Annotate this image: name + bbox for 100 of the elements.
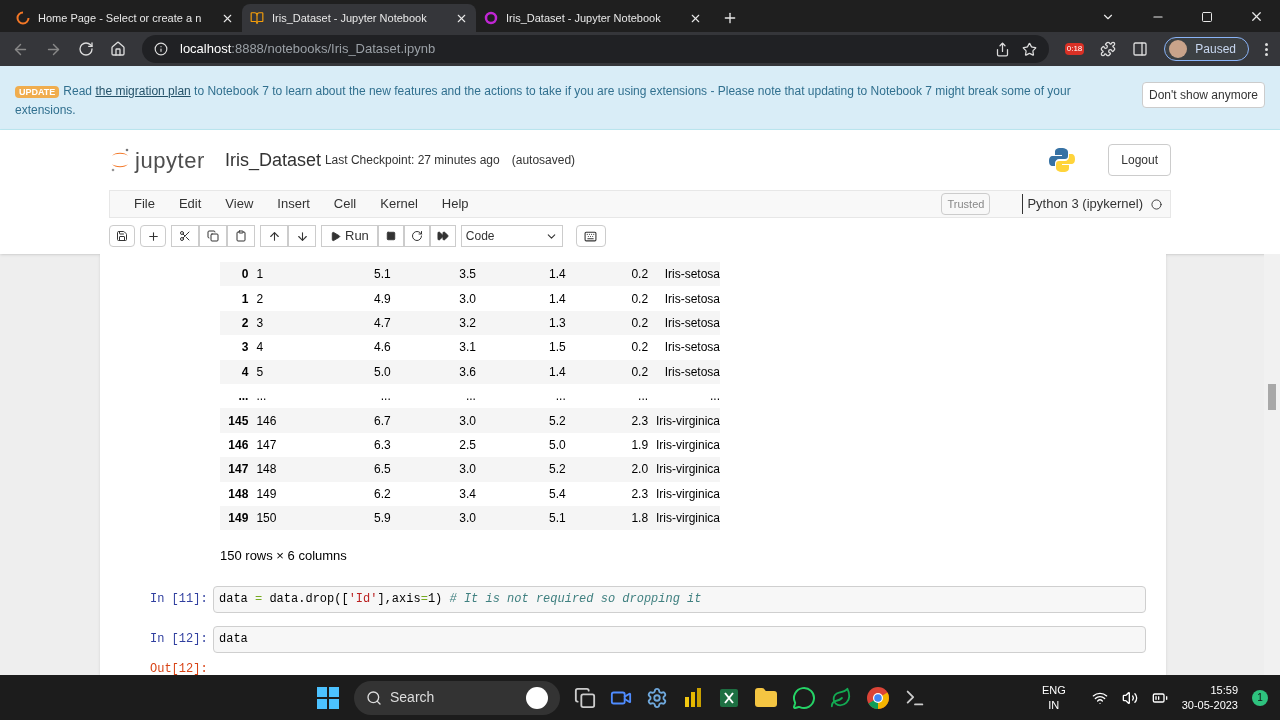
menu-item[interactable]: Insert (265, 194, 322, 214)
row-index: 0 (240, 266, 249, 284)
table-cell-text: Iris-virginica (655, 461, 720, 479)
table-cell-text: 1.3 (548, 314, 566, 332)
close-icon[interactable] (1249, 9, 1264, 24)
save-button[interactable] (109, 225, 135, 247)
tab-title: Home Page - Select or create a n (38, 10, 203, 26)
cut-button[interactable] (171, 225, 199, 247)
folder-icon[interactable] (754, 685, 778, 710)
table-cell-text: 0.2 (630, 339, 649, 357)
browser-tab[interactable]: Home Page - Select or create a n (8, 4, 242, 32)
table-cell-text: 2.0 (630, 461, 649, 479)
menu-item[interactable]: Help (429, 194, 481, 214)
trusted-indicator[interactable]: Trusted (941, 192, 991, 216)
extensions-icon[interactable] (1100, 41, 1117, 57)
stop-button[interactable] (377, 225, 404, 247)
home-icon[interactable] (110, 41, 126, 57)
table-cell-text: ... (709, 388, 720, 406)
restart-button[interactable] (403, 225, 430, 247)
row-index: 145 (227, 412, 249, 430)
insert-cell-button[interactable] (140, 225, 166, 247)
move-down-button[interactable] (288, 225, 316, 247)
table-cell-text: 5.1 (373, 266, 391, 284)
chat-icon[interactable] (792, 685, 816, 710)
logout-button[interactable]: Logout (1108, 144, 1171, 176)
python-logo-icon (1048, 146, 1077, 174)
table-cell-text: 5.1 (548, 510, 566, 528)
menu-item[interactable]: File (122, 194, 167, 214)
table-cell-text: 148 (255, 461, 278, 479)
keyboard-button[interactable] (575, 225, 606, 247)
table-cell-text: 5.0 (548, 436, 566, 454)
address-bar[interactable]: localhost:8888/notebooks/Iris_Dataset.ipynb (142, 35, 1049, 63)
migration-link[interactable]: the migration plan (95, 84, 191, 98)
menu-item[interactable]: Kernel (368, 194, 430, 214)
menu-icon[interactable] (1265, 42, 1268, 56)
tab-title: Iris_Dataset - Jupyter Notebook (506, 10, 662, 26)
browser-icon[interactable] (866, 685, 890, 710)
autosave-status: (autosaved) (511, 152, 576, 169)
table-cell-text: 2.3 (630, 485, 649, 503)
scissors-icon (179, 230, 191, 242)
table-cell-text: Iris-setosa (663, 314, 720, 332)
taskbar-search[interactable]: Search (354, 680, 560, 715)
windows-start-icon[interactable] (316, 685, 340, 710)
new-tab-icon[interactable] (722, 10, 738, 26)
table-cell-text: 4 (255, 339, 265, 357)
jupyter-logo-icon (109, 147, 131, 173)
info-icon[interactable] (154, 42, 168, 56)
row-index: 1 (240, 290, 249, 308)
side-panel-icon[interactable] (1132, 41, 1149, 57)
row-index: 147 (227, 461, 249, 479)
browser-tab[interactable]: Iris_Dataset - Jupyter Notebook (476, 4, 710, 32)
spreadsheet-icon[interactable] (718, 686, 740, 709)
table-cell-text: 3.0 (458, 412, 476, 430)
clock[interactable]: 15:59 30-05-2023 (1181, 682, 1238, 713)
table-cell-text: 0.2 (630, 363, 649, 381)
table-cell-text: 2.5 (458, 436, 476, 454)
reload-icon[interactable] (78, 41, 94, 57)
maximize-icon[interactable] (1201, 10, 1213, 23)
menu-item[interactable]: Cell (321, 194, 369, 214)
row-index: 4 (240, 363, 249, 381)
run-button[interactable]: Run (321, 225, 378, 247)
cell-type-select[interactable]: Code (460, 225, 563, 247)
volume-icon[interactable] (1121, 689, 1138, 706)
table-cell-text: 0.2 (630, 314, 649, 332)
leaf-icon[interactable] (830, 686, 852, 709)
table-cell-text: 1.4 (548, 363, 566, 381)
table-cell-text: 1.4 (548, 290, 566, 308)
table-cell-text: Iris-virginica (655, 436, 720, 454)
table-cell-text: 6.3 (373, 436, 391, 454)
notebook-name[interactable]: Iris_Dataset (224, 146, 321, 174)
paste-button[interactable] (227, 225, 255, 247)
notification-badge[interactable]: 1 (1252, 689, 1268, 706)
table-cell-text: 5.0 (373, 363, 391, 381)
table-cell-text: 3.0 (458, 290, 476, 308)
table-cell-text: 1.8 (630, 510, 649, 528)
extension-badge[interactable]: 0:18 (1064, 43, 1085, 55)
jupyter-logo-text: jupyter (135, 146, 205, 175)
settings-icon[interactable] (646, 686, 668, 709)
table-cell-text: 6.5 (373, 461, 391, 479)
task-view-icon[interactable] (574, 686, 596, 709)
run-all-button[interactable] (429, 225, 456, 247)
share-icon[interactable] (994, 41, 1010, 57)
dismiss-button[interactable]: Don't show anymore (1142, 82, 1265, 108)
profile-button[interactable]: Paused (1164, 37, 1249, 61)
bookmark-icon[interactable] (1021, 41, 1037, 57)
table-cell-text: 4.7 (373, 314, 391, 332)
bar-chart-icon[interactable] (682, 686, 704, 709)
browser-tab[interactable]: Iris_Dataset - Jupyter Notebook (242, 4, 476, 32)
menu-item[interactable]: Edit (166, 194, 214, 214)
code-cell[interactable]: data = data.drop(['Id'],axis=1) # It is not required so dropping it (213, 585, 1146, 613)
clipboard-icon (235, 230, 247, 242)
table-cell-text: Iris-setosa (663, 339, 720, 357)
table-cell-text: 146 (255, 412, 278, 430)
menu-item[interactable]: View (213, 194, 266, 214)
stop-icon (385, 231, 396, 241)
language-indicator[interactable]: ENG IN (1041, 682, 1066, 713)
row-index: ... (237, 388, 249, 406)
arrow-down-icon (295, 229, 309, 243)
move-up-button[interactable] (260, 225, 288, 247)
code-cell[interactable]: data (213, 625, 1146, 653)
